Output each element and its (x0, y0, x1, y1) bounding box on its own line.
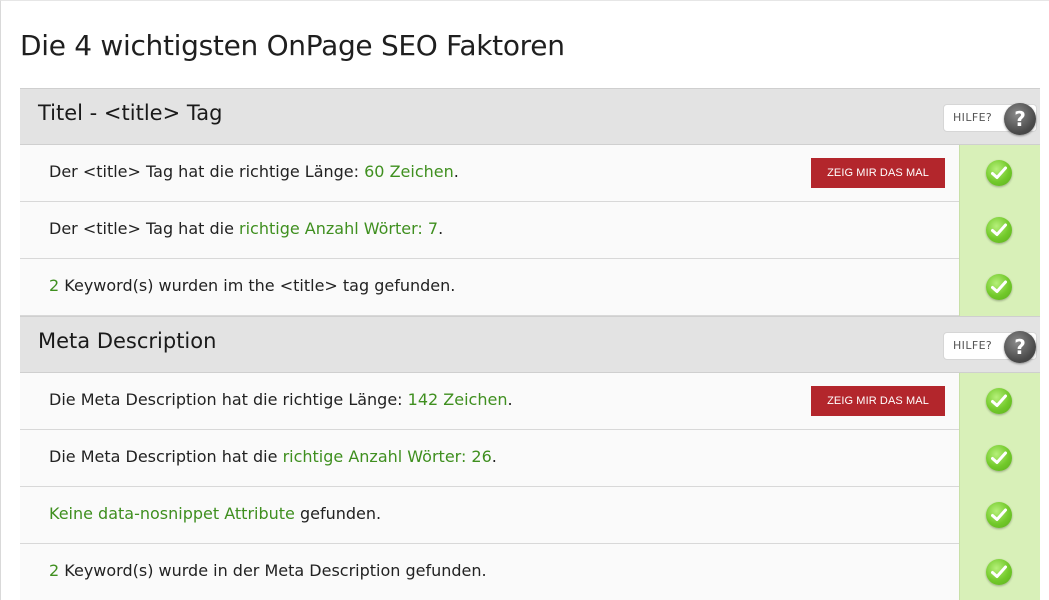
row-text: 2 Keyword(s) wurde in der Meta Descripti… (49, 561, 487, 580)
help-label: HILFE? (953, 111, 993, 124)
status-cell (959, 259, 1040, 316)
page-title: Die 4 wichtigsten OnPage SEO Faktoren (20, 29, 565, 62)
check-row: 2 Keyword(s) wurde in der Meta Descripti… (20, 544, 1040, 600)
ok-check-icon (986, 160, 1012, 186)
row-highlight: 2 (49, 561, 60, 580)
section-header: Titel - <title> Tag HILFE? ? (20, 88, 1040, 145)
ok-check-icon (986, 388, 1012, 414)
status-cell (959, 202, 1040, 259)
section-meta-description: Meta Description HILFE? ? Die Meta Descr… (20, 316, 1040, 600)
check-row: Der <title> Tag hat die richtige Länge: … (20, 145, 1040, 202)
ok-check-icon (986, 274, 1012, 300)
ok-check-icon (986, 445, 1012, 471)
check-row: Die Meta Description hat die richtige Lä… (20, 373, 1040, 430)
check-row: Die Meta Description hat die richtige An… (20, 430, 1040, 487)
status-cell (959, 373, 1040, 430)
section-title: Titel - <title> Tag (38, 101, 223, 125)
row-text: Keine data-nosnippet Attribute gefunden. (49, 504, 382, 523)
row-highlight: 142 Zeichen (407, 390, 508, 409)
ok-check-icon (986, 502, 1012, 528)
section-title-tag: Titel - <title> Tag HILFE? ? Der <title>… (20, 88, 1040, 316)
question-mark-icon[interactable]: ? (1004, 103, 1036, 135)
row-highlight: richtige Anzahl Wörter: 26 (282, 447, 492, 466)
question-mark-icon[interactable]: ? (1004, 331, 1036, 363)
status-cell (959, 430, 1040, 487)
help-label: HILFE? (953, 339, 993, 352)
section-header: Meta Description HILFE? ? (20, 316, 1040, 373)
help-button[interactable]: HILFE? ? (943, 103, 1037, 135)
row-text: Der <title> Tag hat die richtige Anzahl … (49, 219, 444, 238)
row-highlight: 60 Zeichen (364, 162, 454, 181)
row-text: Die Meta Description hat die richtige Lä… (49, 390, 513, 409)
check-row: Der <title> Tag hat die richtige Anzahl … (20, 202, 1040, 259)
row-highlight: Keine data-nosnippet Attribute (49, 504, 295, 523)
check-row: 2 Keyword(s) wurden im the <title> tag g… (20, 259, 1040, 316)
section-title: Meta Description (38, 329, 217, 353)
ok-check-icon (986, 217, 1012, 243)
show-me-button[interactable]: ZEIG MIR DAS MAL (811, 158, 945, 188)
ok-check-icon (986, 559, 1012, 585)
status-cell (959, 145, 1040, 202)
row-text: Der <title> Tag hat die richtige Länge: … (49, 162, 459, 181)
status-cell (959, 544, 1040, 600)
row-text: 2 Keyword(s) wurden im the <title> tag g… (49, 276, 456, 295)
seo-report-page: Die 4 wichtigsten OnPage SEO Faktoren Ti… (0, 0, 1049, 600)
show-me-button[interactable]: ZEIG MIR DAS MAL (811, 386, 945, 416)
row-highlight: 2 (49, 276, 60, 295)
row-highlight: richtige Anzahl Wörter: 7 (239, 219, 439, 238)
row-text: Die Meta Description hat die richtige An… (49, 447, 497, 466)
status-cell (959, 487, 1040, 544)
help-button[interactable]: HILFE? ? (943, 331, 1037, 363)
check-row: Keine data-nosnippet Attribute gefunden. (20, 487, 1040, 544)
